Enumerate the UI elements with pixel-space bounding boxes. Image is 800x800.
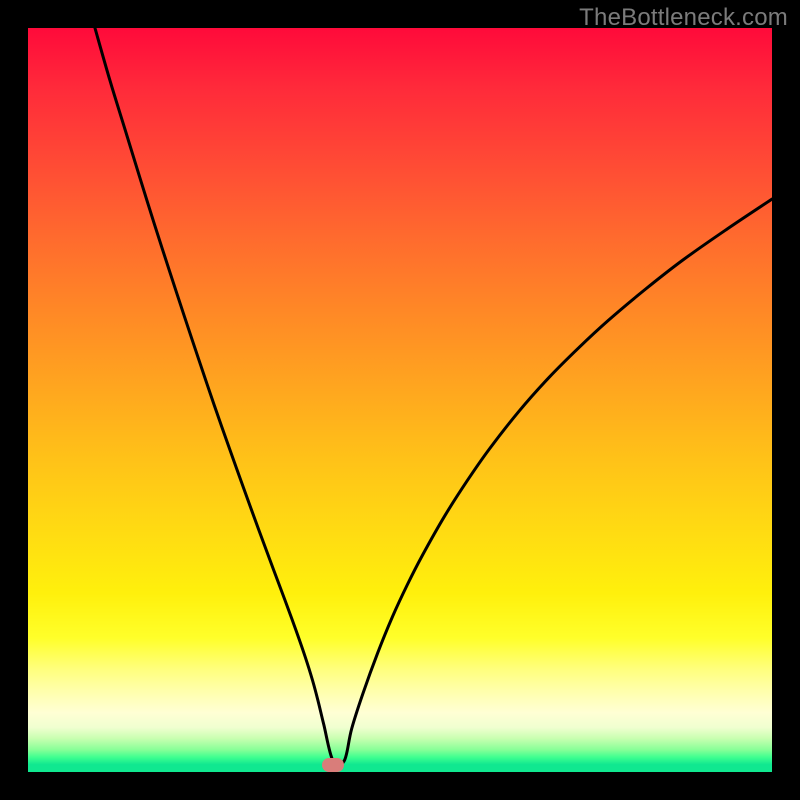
watermark-text: TheBottleneck.com bbox=[579, 4, 788, 32]
plot-area bbox=[28, 28, 772, 772]
bottleneck-curve bbox=[28, 28, 772, 772]
optimal-point-marker bbox=[322, 758, 344, 772]
chart-frame: TheBottleneck.com bbox=[0, 0, 800, 800]
